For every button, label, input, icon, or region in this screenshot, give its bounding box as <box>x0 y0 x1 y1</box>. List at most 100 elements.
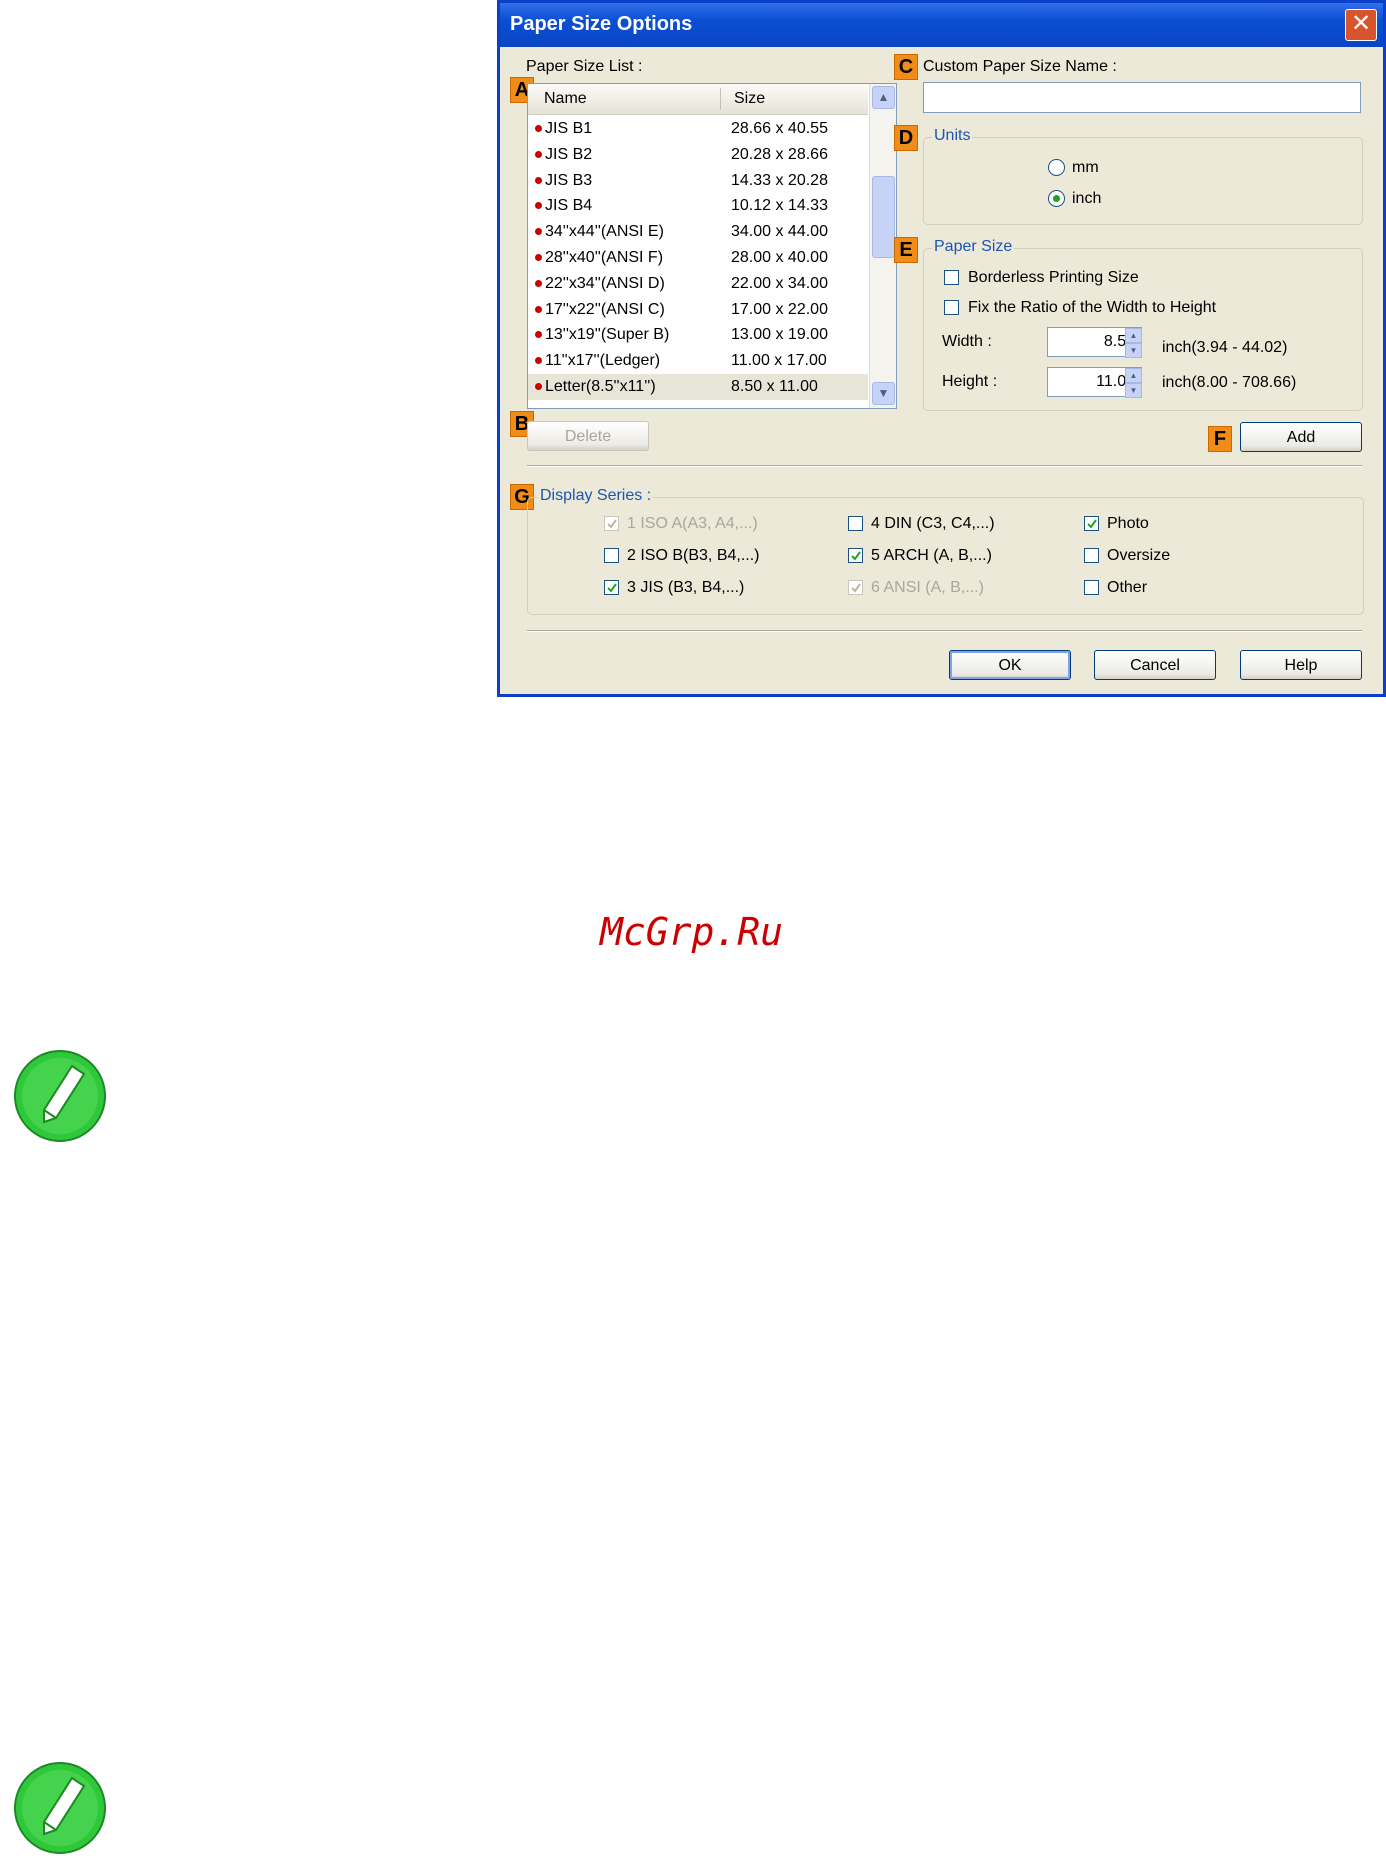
title-bar: Paper Size Options ✕ <box>500 3 1383 47</box>
list-header: Name Size <box>528 84 868 115</box>
bullet-icon <box>535 125 542 132</box>
list-item-size: 34.00 x 44.00 <box>731 223 828 241</box>
borderless-checkbox[interactable] <box>944 270 959 285</box>
units-group: Units <box>923 127 1363 225</box>
bullet-icon <box>535 254 542 261</box>
list-item[interactable]: 11''x17''(Ledger) 11.00 x 17.00 <box>528 348 868 374</box>
bullet-icon <box>535 305 542 313</box>
list-item[interactable]: 22''x34''(ANSI D) 22.00 x 34.00 <box>528 271 868 297</box>
list-item-size: 10.12 x 14.33 <box>731 197 828 215</box>
bullet-icon <box>535 383 542 390</box>
series-label: 1 ISO A(A3, A4,...) <box>627 515 758 532</box>
list-item-name: JIS B4 <box>545 197 593 215</box>
series-checkbox <box>604 516 619 531</box>
series-label[interactable]: 5 ARCH (A, B,...) <box>871 547 992 565</box>
divider-bottom <box>527 630 1362 632</box>
divider <box>527 465 1362 467</box>
series-label[interactable]: 2 ISO B(B3, B4,...) <box>627 547 760 565</box>
radio-inch[interactable] <box>1048 190 1065 207</box>
bullet-icon <box>535 228 542 236</box>
fix-ratio-label[interactable]: Fix the Ratio of the Width to Height <box>968 299 1216 317</box>
list-item-name: 34''x44''(ANSI E) <box>545 223 664 241</box>
custom-name-label: Custom Paper Size Name : <box>923 58 1117 75</box>
list-item-size: 22.00 x 34.00 <box>731 274 828 292</box>
paper-size-list[interactable]: Name Size JIS B1 28.66 x 40.55 JIS B2 20.28… <box>527 83 897 409</box>
paper-size-options-dialog: Paper Size Options ✕ Paper Size List : A… <box>497 0 1386 697</box>
list-item-name: JIS B2 <box>545 145 593 163</box>
column-header-name[interactable]: Name <box>544 90 587 108</box>
series-label[interactable]: 4 DIN (C3, C4,...) <box>871 515 995 533</box>
list-item-size: 20.28 x 28.66 <box>731 145 828 163</box>
series-checkbox[interactable] <box>1084 580 1099 595</box>
series-checkbox <box>848 580 863 595</box>
radio-mm-label[interactable]: mm <box>1072 159 1099 177</box>
list-item-size: 28.66 x 40.55 <box>731 120 828 137</box>
close-icon[interactable]: ✕ <box>1345 9 1377 41</box>
width-range: inch(3.94 - 44.02) <box>1162 339 1288 356</box>
marker-e: E <box>894 237 918 263</box>
list-item-name: 22''x34''(ANSI D) <box>545 274 665 292</box>
list-item[interactable]: 34''x44''(ANSI E) 34.00 x 44.00 <box>528 219 868 245</box>
paper-size-legend: Paper Size <box>932 238 1015 256</box>
series-checkbox[interactable] <box>848 548 863 563</box>
watermark: McGrp.Ru <box>600 910 784 954</box>
series-checkbox[interactable] <box>604 548 619 563</box>
list-item[interactable]: 17''x22''(ANSI C) 17.00 x 22.00 <box>528 297 868 323</box>
scroll-up-icon[interactable]: ▲ <box>872 86 895 109</box>
list-item-name: 11''x17''(Ledger) <box>545 352 661 370</box>
series-checkbox[interactable] <box>604 580 619 595</box>
list-item[interactable]: 13''x19''(Super B) 13.00 x 19.00 <box>528 322 868 348</box>
delete-button[interactable]: Delete <box>527 421 649 451</box>
dialog-title: Paper Size Options <box>510 13 693 35</box>
series-label[interactable]: Photo <box>1107 515 1149 533</box>
scroll-thumb[interactable] <box>872 176 895 258</box>
fix-ratio-checkbox[interactable] <box>944 300 959 315</box>
list-item-size: 14.33 x 20.28 <box>731 171 828 189</box>
column-header-size[interactable]: Size <box>734 90 765 108</box>
list-item-name: 13''x19''(Super B) <box>545 326 670 344</box>
scroll-down-icon[interactable]: ▼ <box>872 382 895 405</box>
list-item-name: 17''x22''(ANSI C) <box>545 300 665 318</box>
list-item[interactable]: JIS B2 20.28 x 28.66 <box>528 142 868 168</box>
paper-size-list-label: Paper Size List : <box>526 58 643 75</box>
series-label[interactable]: Oversize <box>1107 547 1170 565</box>
list-item-name: Letter(8.5''x11'') <box>545 378 656 395</box>
list-item[interactable]: JIS B4 10.12 x 14.33 <box>528 193 868 219</box>
list-scrollbar[interactable]: ▲ ▼ <box>869 84 896 408</box>
series-checkbox[interactable] <box>1084 548 1099 563</box>
series-label: 6 ANSI (A, B,...) <box>871 579 984 596</box>
list-item[interactable]: Letter(8.5''x11'') 8.50 x 11.00 <box>528 374 868 400</box>
list-item-size: 17.00 x 22.00 <box>731 300 828 318</box>
bullet-icon <box>535 202 542 210</box>
series-checkbox[interactable] <box>1084 516 1099 531</box>
height-stepper[interactable]: ▲ ▼ <box>1125 368 1142 398</box>
units-legend: Units <box>932 127 973 145</box>
series-label[interactable]: 3 JIS (B3, B4,...) <box>627 579 744 597</box>
bullet-icon <box>535 331 542 339</box>
add-button[interactable]: Add <box>1240 422 1362 452</box>
bullet-icon <box>535 357 542 365</box>
radio-inch-label[interactable]: inch <box>1072 190 1101 208</box>
cancel-button[interactable]: Cancel <box>1094 650 1216 680</box>
list-item[interactable]: JIS B3 14.33 x 20.28 <box>528 168 868 194</box>
list-item-size: 8.50 x 11.00 <box>731 378 818 395</box>
list-item[interactable]: 28''x40''(ANSI F) 28.00 x 40.00 <box>528 245 868 271</box>
help-button[interactable]: Help <box>1240 650 1362 680</box>
borderless-label[interactable]: Borderless Printing Size <box>968 269 1139 287</box>
width-stepper[interactable]: ▲ ▼ <box>1125 328 1142 358</box>
list-item[interactable]: JIS B1 28.66 x 40.55 <box>528 116 868 142</box>
height-range: inch(8.00 - 708.66) <box>1162 374 1297 391</box>
custom-name-input[interactable] <box>923 82 1361 113</box>
marker-d: D <box>894 125 918 151</box>
series-checkbox[interactable] <box>848 516 863 531</box>
list-item-size: 11.00 x 17.00 <box>731 352 827 370</box>
marker-c: C <box>894 54 918 80</box>
width-label: Width : <box>942 333 992 350</box>
radio-mm[interactable] <box>1048 159 1065 176</box>
pencil-note-icon <box>14 1762 106 1854</box>
list-item-name: 28''x40''(ANSI F) <box>545 249 664 266</box>
ok-button[interactable]: OK <box>949 650 1071 680</box>
series-label[interactable]: Other <box>1107 579 1147 597</box>
list-item-size: 13.00 x 19.00 <box>731 326 828 344</box>
pencil-note-icon <box>14 1050 106 1142</box>
